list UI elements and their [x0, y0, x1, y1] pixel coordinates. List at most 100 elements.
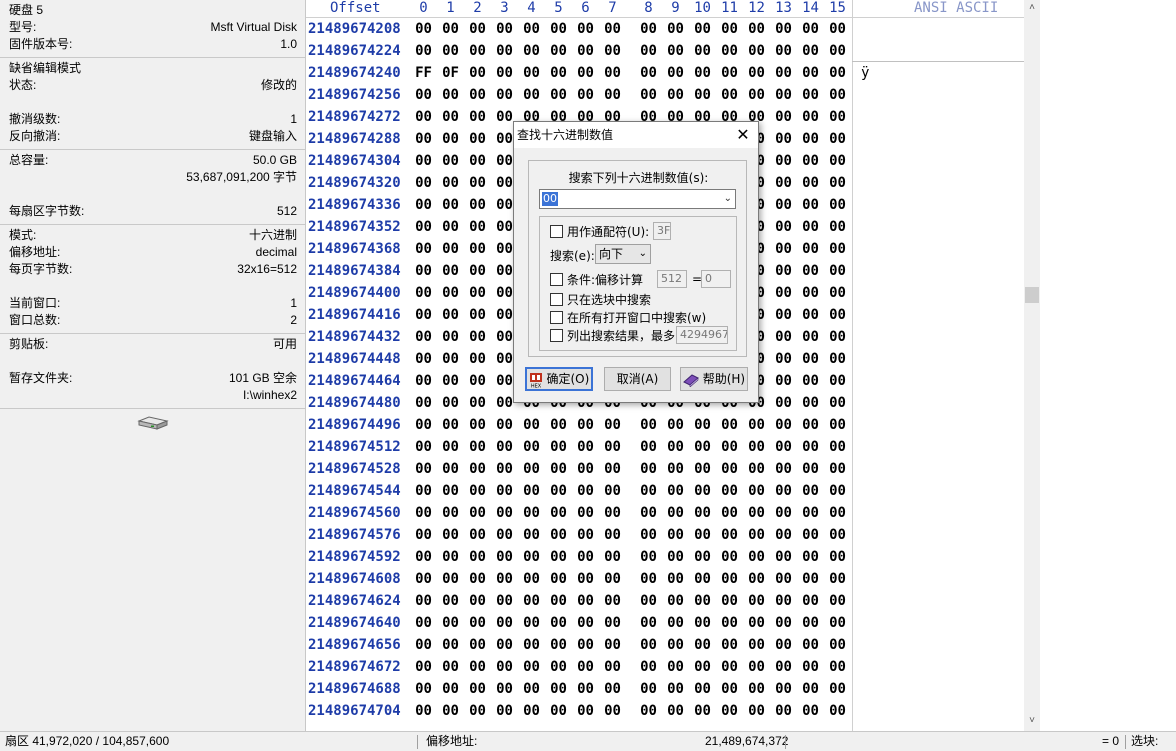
hex-byte[interactable]: 00: [464, 678, 491, 700]
hex-byte[interactable]: 00: [824, 216, 851, 238]
hex-byte[interactable]: 00: [824, 700, 851, 722]
hex-row[interactable]: 21489674528 00 00 00 00 00 00 00 00 00 00 00 00 00 00 0…: [306, 458, 1024, 480]
hex-byte[interactable]: 00: [716, 436, 743, 458]
hex-byte[interactable]: 00: [824, 370, 851, 392]
hex-byte[interactable]: 00: [770, 656, 797, 678]
hex-byte[interactable]: 00: [797, 590, 824, 612]
hex-byte[interactable]: 00: [572, 414, 599, 436]
hex-byte[interactable]: 00: [599, 568, 626, 590]
search-value-combobox[interactable]: 00 ⌄: [539, 189, 736, 209]
hex-byte[interactable]: 00: [824, 150, 851, 172]
hex-byte[interactable]: 00: [797, 326, 824, 348]
hex-byte[interactable]: 00: [518, 84, 545, 106]
hex-byte[interactable]: 00: [572, 480, 599, 502]
hex-row[interactable]: 21489674656 00 00 00 00 00 00 00 00 00 00 00 00 00 00 0…: [306, 634, 1024, 656]
hex-byte[interactable]: 00: [635, 436, 662, 458]
hex-byte[interactable]: 00: [797, 172, 824, 194]
hex-row[interactable]: 21489674224 00 00 00 00 00 00 00 00 00 00 00 00 00 00 0…: [306, 40, 1024, 62]
hex-byte[interactable]: 00: [599, 84, 626, 106]
find-hex-dialog[interactable]: 查找十六进制数值 ✕ 搜索下列十六进制数值(s): 00 ⌄ 用作通配符(U):…: [513, 121, 759, 403]
hex-byte[interactable]: 00: [572, 62, 599, 84]
hex-byte[interactable]: 00: [635, 40, 662, 62]
hex-byte[interactable]: 00: [716, 678, 743, 700]
hex-byte[interactable]: 00: [797, 524, 824, 546]
hex-byte[interactable]: 00: [410, 282, 437, 304]
hex-byte[interactable]: 00: [824, 238, 851, 260]
hex-byte[interactable]: 00: [410, 40, 437, 62]
hex-byte[interactable]: 00: [824, 18, 851, 40]
hex-byte[interactable]: 00: [770, 590, 797, 612]
hex-row[interactable]: 21489674640 00 00 00 00 00 00 00 00 00 00 00 00 00 00 0…: [306, 612, 1024, 634]
hex-byte[interactable]: 00: [464, 326, 491, 348]
hex-byte[interactable]: 00: [716, 18, 743, 40]
hex-byte[interactable]: 00: [797, 238, 824, 260]
dialog-title-bar[interactable]: 查找十六进制数值: [514, 122, 758, 148]
hex-byte[interactable]: FF: [410, 62, 437, 84]
hex-byte[interactable]: 00: [797, 194, 824, 216]
hex-byte[interactable]: 00: [572, 458, 599, 480]
hex-byte[interactable]: 00: [770, 700, 797, 722]
hex-byte[interactable]: 00: [545, 634, 572, 656]
hex-byte[interactable]: 00: [599, 18, 626, 40]
hex-byte[interactable]: 00: [599, 62, 626, 84]
hex-byte[interactable]: 00: [824, 656, 851, 678]
ascii-text[interactable]: ÿ: [861, 62, 869, 84]
hex-byte[interactable]: 00: [572, 612, 599, 634]
hex-byte[interactable]: 00: [572, 18, 599, 40]
hex-byte[interactable]: 00: [572, 568, 599, 590]
hex-byte[interactable]: 00: [824, 128, 851, 150]
hex-byte[interactable]: 00: [491, 18, 518, 40]
hex-byte[interactable]: 00: [464, 612, 491, 634]
hex-byte[interactable]: 00: [824, 282, 851, 304]
hex-byte[interactable]: 00: [410, 18, 437, 40]
hex-byte[interactable]: 00: [410, 568, 437, 590]
hex-row[interactable]: 21489674576 00 00 00 00 00 00 00 00 00 00 00 00 00 00 0…: [306, 524, 1024, 546]
hex-byte[interactable]: 00: [770, 568, 797, 590]
hex-byte[interactable]: 00: [797, 502, 824, 524]
hex-byte[interactable]: 00: [662, 480, 689, 502]
hex-byte[interactable]: 00: [689, 524, 716, 546]
hex-byte[interactable]: 00: [770, 172, 797, 194]
hex-byte[interactable]: 00: [491, 568, 518, 590]
hex-byte[interactable]: 00: [410, 238, 437, 260]
hex-byte[interactable]: 00: [464, 634, 491, 656]
hex-byte[interactable]: 00: [716, 700, 743, 722]
hex-byte[interactable]: 00: [437, 392, 464, 414]
hex-byte[interactable]: 00: [437, 414, 464, 436]
hex-byte[interactable]: 00: [635, 546, 662, 568]
scrollbar-thumb[interactable]: [1025, 287, 1039, 303]
hex-byte[interactable]: 00: [743, 436, 770, 458]
hex-byte[interactable]: 00: [437, 282, 464, 304]
hex-byte[interactable]: 00: [797, 458, 824, 480]
hex-byte[interactable]: 00: [437, 458, 464, 480]
hex-byte[interactable]: 00: [437, 304, 464, 326]
hex-byte[interactable]: 00: [743, 700, 770, 722]
hex-byte[interactable]: 00: [797, 348, 824, 370]
hex-byte[interactable]: 00: [437, 634, 464, 656]
hex-byte[interactable]: 00: [743, 656, 770, 678]
hex-row[interactable]: 21489674672 00 00 00 00 00 00 00 00 00 00 00 00 00 00 0…: [306, 656, 1024, 678]
hex-byte[interactable]: 00: [518, 612, 545, 634]
hex-byte[interactable]: 00: [518, 634, 545, 656]
direction-select[interactable]: 向下 ⌄: [595, 244, 651, 264]
hex-byte[interactable]: 00: [491, 590, 518, 612]
hex-byte[interactable]: 00: [824, 590, 851, 612]
hex-byte[interactable]: 00: [716, 568, 743, 590]
hex-row[interactable]: 21489674240 FF 0F 00 00 00 00 00 00 00 00 00 00 00 00 0…: [306, 62, 1024, 84]
hex-byte[interactable]: 00: [410, 546, 437, 568]
hex-byte[interactable]: 00: [545, 590, 572, 612]
chevron-down-icon[interactable]: ˅: [1024, 713, 1040, 729]
hex-byte[interactable]: 00: [437, 40, 464, 62]
hex-byte[interactable]: 00: [824, 634, 851, 656]
hex-byte[interactable]: 00: [491, 480, 518, 502]
hex-byte[interactable]: 00: [437, 18, 464, 40]
hex-byte[interactable]: 00: [518, 62, 545, 84]
hex-byte[interactable]: 00: [824, 304, 851, 326]
hex-byte[interactable]: 00: [437, 590, 464, 612]
hex-byte[interactable]: 00: [437, 700, 464, 722]
hex-byte[interactable]: 00: [797, 612, 824, 634]
search-value-input[interactable]: 00: [542, 192, 558, 206]
hex-byte[interactable]: 00: [716, 656, 743, 678]
hex-byte[interactable]: 00: [770, 546, 797, 568]
hex-byte[interactable]: 00: [689, 502, 716, 524]
